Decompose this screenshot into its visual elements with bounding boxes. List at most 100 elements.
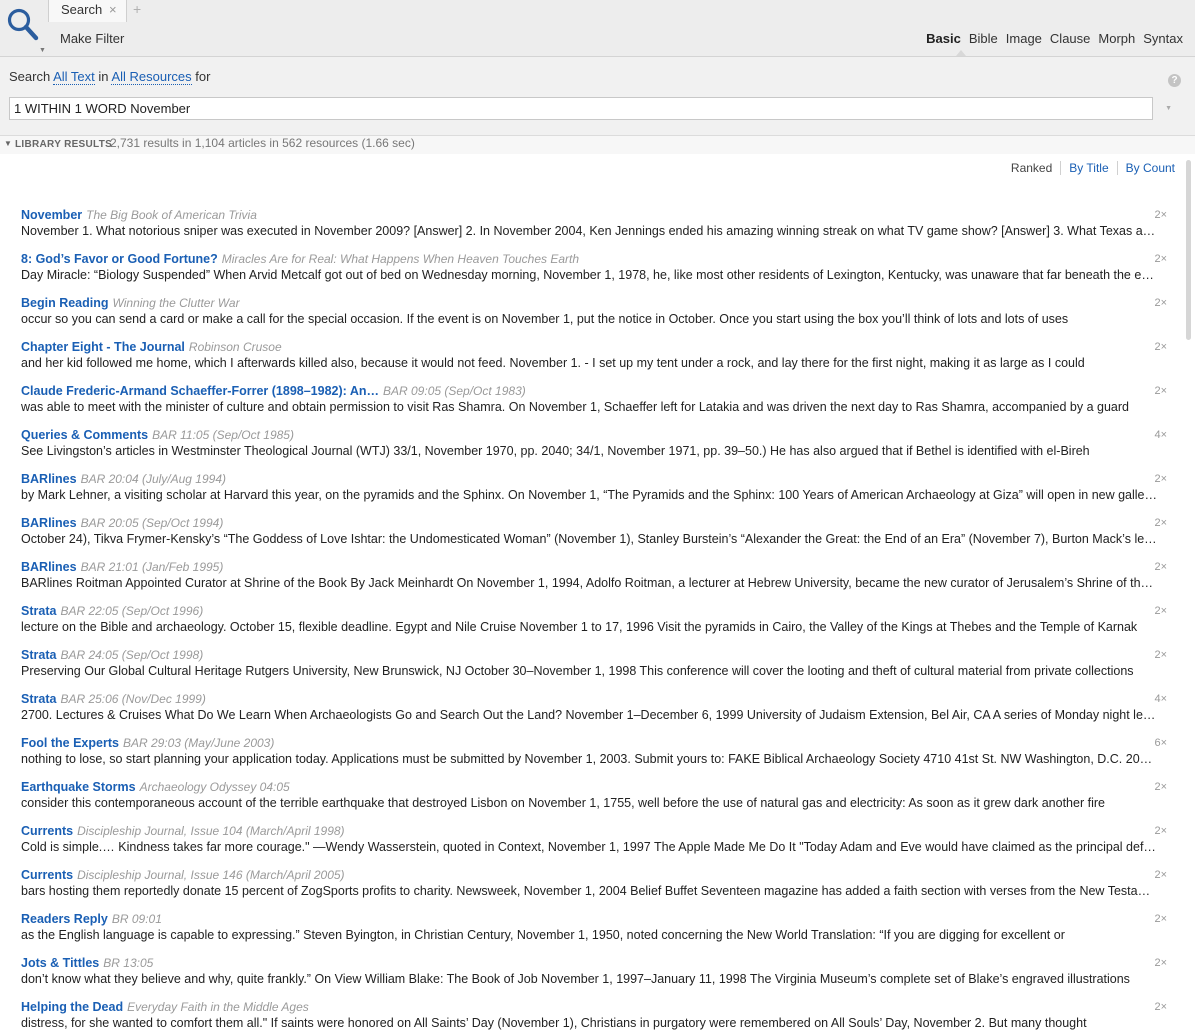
hit-count: 2× <box>1154 913 1167 925</box>
result-snippet[interactable]: November 1. What notorious sniper was ex… <box>21 224 1159 238</box>
hit-count: 2× <box>1154 517 1167 529</box>
mode-image[interactable]: Image <box>1006 31 1042 46</box>
result-heading: Strata BAR 25:06 (Nov/Dec 1999) <box>21 692 206 706</box>
result-heading: Fool the Experts BAR 29:03 (May/June 2003… <box>21 736 274 750</box>
sort-ranked[interactable]: Ranked <box>1003 161 1060 175</box>
result-item: BARlines BAR 20:04 (July/Aug 1994) by Mar… <box>21 471 1171 515</box>
result-snippet[interactable]: as the English language is capable to ex… <box>21 928 1159 942</box>
result-source: BAR 21:01 (Jan/Feb 1995) <box>80 560 224 574</box>
result-item: November The Big Book of American Trivia … <box>21 207 1171 251</box>
result-snippet[interactable]: by Mark Lehner, a visiting scholar at Ha… <box>21 488 1159 502</box>
result-item: 8: God’s Favor or Good Fortune? Miracles … <box>21 251 1171 295</box>
active-mode-indicator <box>956 50 966 56</box>
result-title-link[interactable]: BARlines <box>21 516 77 530</box>
result-snippet[interactable]: See Livingston’s articles in Westminster… <box>21 444 1159 458</box>
result-item: Currents Discipleship Journal, Issue 104 … <box>21 823 1171 867</box>
hit-count: 4× <box>1154 429 1167 441</box>
result-snippet[interactable]: occur so you can send a card or make a c… <box>21 312 1159 326</box>
mode-morph[interactable]: Morph <box>1098 31 1135 46</box>
result-snippet[interactable]: Cold is simple.… Kindness takes far more… <box>21 840 1159 854</box>
result-source: BR 09:01 <box>111 912 162 926</box>
result-title-link[interactable]: Helping the Dead <box>21 1000 123 1014</box>
mode-bible[interactable]: Bible <box>969 31 998 46</box>
collapse-triangle-icon[interactable]: ▼ <box>4 139 12 148</box>
result-item: Fool the Experts BAR 29:03 (May/June 2003… <box>21 735 1171 779</box>
sort-by-count[interactable]: By Count <box>1116 161 1175 175</box>
sort-by-title[interactable]: By Title <box>1060 161 1116 175</box>
text-scope-dropdown[interactable]: All Text <box>53 69 95 85</box>
search-input[interactable] <box>9 97 1153 120</box>
result-title-link[interactable]: Jots & Tittles <box>21 956 99 970</box>
search-history-chevron-icon[interactable]: ▼ <box>1165 105 1172 112</box>
result-snippet[interactable]: 2700. Lectures & Cruises What Do We Lear… <box>21 708 1159 722</box>
result-snippet[interactable]: consider this contemporaneous account of… <box>21 796 1159 810</box>
result-snippet[interactable]: BARlines Roitman Appointed Curator at Sh… <box>21 576 1159 590</box>
result-title-link[interactable]: November <box>21 208 82 222</box>
result-snippet[interactable]: October 24), Tikva Frymer-Kensky’s “The … <box>21 532 1159 546</box>
result-title-link[interactable]: BARlines <box>21 472 77 486</box>
search-prefix-label: Search <box>9 69 51 84</box>
for-label: for <box>195 69 211 84</box>
scrollbar-thumb[interactable] <box>1186 160 1191 340</box>
search-panel-menu[interactable]: ▼ <box>0 0 48 57</box>
result-snippet[interactable]: nothing to lose, so start planning your … <box>21 752 1159 766</box>
result-snippet[interactable]: was able to meet with the minister of cu… <box>21 400 1159 414</box>
hit-count: 2× <box>1154 781 1167 793</box>
result-heading: Queries & Comments BAR 11:05 (Sep/Oct 198… <box>21 428 294 442</box>
tab-search[interactable]: Search × <box>48 0 127 22</box>
hit-count: 2× <box>1154 825 1167 837</box>
result-title-link[interactable]: 8: God’s Favor or Good Fortune? <box>21 252 218 266</box>
result-snippet[interactable]: distress, for she wanted to comfort them… <box>21 1016 1159 1030</box>
panel-toolbar: ▼ Search × + Make Filter Basic Bible Ima… <box>0 0 1195 57</box>
result-snippet[interactable]: Day Miracle: “Biology Suspended” When Ar… <box>21 268 1159 282</box>
result-title-link[interactable]: Queries & Comments <box>21 428 148 442</box>
close-icon[interactable]: × <box>109 2 117 17</box>
result-item: Strata BAR 22:05 (Sep/Oct 1996) lecture o… <box>21 603 1171 647</box>
mode-syntax[interactable]: Syntax <box>1143 31 1183 46</box>
search-panel: Search All Text in All Resources for ? ▼ <box>0 57 1195 136</box>
result-title-link[interactable]: Strata <box>21 692 56 706</box>
result-snippet[interactable]: bars hosting them reportedly donate 15 p… <box>21 884 1159 898</box>
add-tab-icon[interactable]: + <box>133 1 141 17</box>
result-title-link[interactable]: Fool the Experts <box>21 736 119 750</box>
result-source: Miracles Are for Real: What Happens When… <box>221 252 580 266</box>
result-source: Winning the Clutter War <box>112 296 240 310</box>
result-item: Strata BAR 25:06 (Nov/Dec 1999) 2700. Lec… <box>21 691 1171 735</box>
result-source: Robinson Crusoe <box>188 340 282 354</box>
result-heading: Helping the Dead Everyday Faith in the Mi… <box>21 1000 309 1014</box>
library-results-header[interactable]: ▼ LIBRARY RESULTS 2,731 results in 1,104… <box>0 136 1195 154</box>
hit-count: 2× <box>1154 209 1167 221</box>
result-snippet[interactable]: Preserving Our Global Cultural Heritage … <box>21 664 1159 678</box>
hit-count: 6× <box>1154 737 1167 749</box>
mode-basic[interactable]: Basic <box>926 31 961 46</box>
help-icon[interactable]: ? <box>1168 74 1181 87</box>
result-heading: Begin Reading Winning the Clutter War <box>21 296 240 310</box>
result-snippet[interactable]: don’t know what they believe and why, qu… <box>21 972 1159 986</box>
result-title-link[interactable]: Currents <box>21 868 73 882</box>
result-title-link[interactable]: Claude Frederic-Armand Schaeffer-Forrer … <box>21 384 379 398</box>
result-source: Everyday Faith in the Middle Ages <box>127 1000 309 1014</box>
result-snippet[interactable]: and her kid followed me home, which I af… <box>21 356 1159 370</box>
hit-count: 2× <box>1154 385 1167 397</box>
resource-scope-dropdown[interactable]: All Resources <box>111 69 192 85</box>
result-snippet[interactable]: lecture on the Bible and archaeology. Oc… <box>21 620 1159 634</box>
result-heading: 8: God’s Favor or Good Fortune? Miracles … <box>21 252 579 266</box>
mode-clause[interactable]: Clause <box>1050 31 1090 46</box>
result-item: BARlines BAR 21:01 (Jan/Feb 1995) BARline… <box>21 559 1171 603</box>
result-heading: Claude Frederic-Armand Schaeffer-Forrer … <box>21 384 526 398</box>
result-title-link[interactable]: Currents <box>21 824 73 838</box>
result-title-link[interactable]: Readers Reply <box>21 912 108 926</box>
result-title-link[interactable]: Strata <box>21 648 56 662</box>
results-stats: 2,731 results in 1,104 articles in 562 r… <box>110 136 415 150</box>
result-source: Discipleship Journal, Issue 104 (March/A… <box>77 824 345 838</box>
result-title-link[interactable]: Begin Reading <box>21 296 109 310</box>
result-heading: Jots & Tittles BR 13:05 <box>21 956 153 970</box>
result-title-link[interactable]: Chapter Eight - The Journal <box>21 340 185 354</box>
hit-count: 2× <box>1154 341 1167 353</box>
result-title-link[interactable]: BARlines <box>21 560 77 574</box>
result-item: Jots & Tittles BR 13:05 don’t know what t… <box>21 955 1171 999</box>
result-title-link[interactable]: Earthquake Storms <box>21 780 136 794</box>
make-filter-button[interactable]: Make Filter <box>60 31 124 46</box>
hit-count: 2× <box>1154 561 1167 573</box>
result-title-link[interactable]: Strata <box>21 604 56 618</box>
